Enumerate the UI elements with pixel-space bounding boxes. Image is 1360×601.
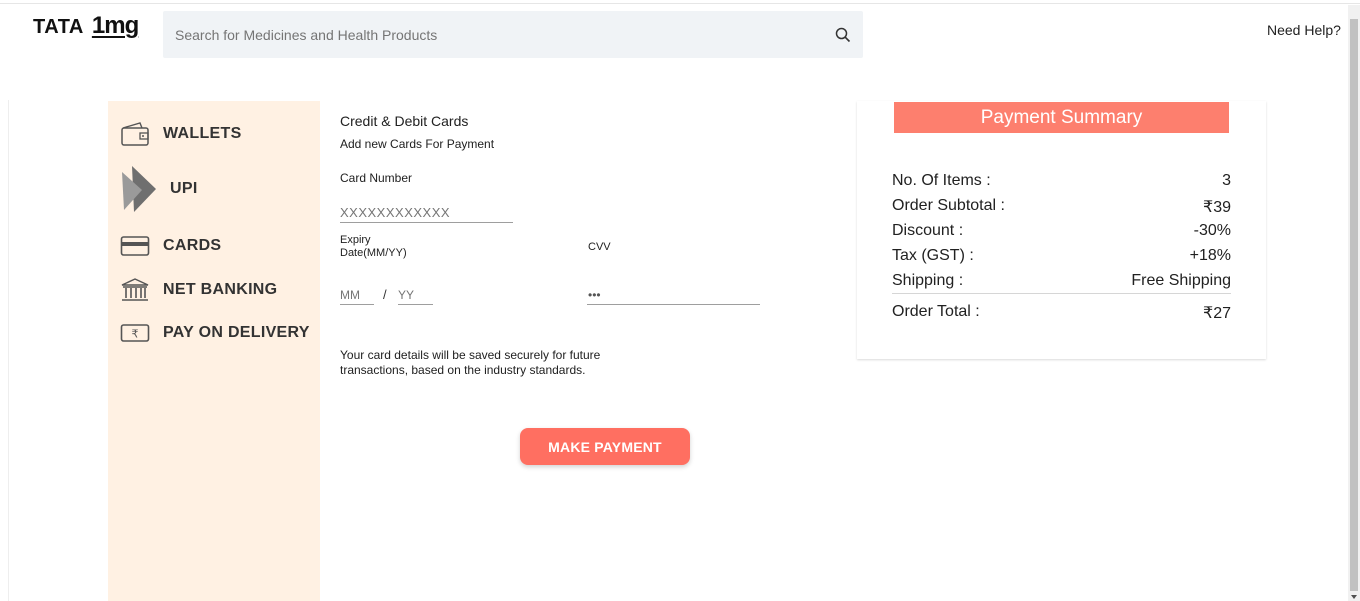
payment-methods-sidebar: WALLETS UPI CARDS NET BANKING ₹ PAY ON D… <box>108 101 320 601</box>
need-help-link[interactable]: Need Help? <box>1267 22 1341 38</box>
card-number-input[interactable] <box>340 203 513 223</box>
sidebar-item-wallets[interactable]: WALLETS <box>120 121 242 147</box>
page-scrollbar[interactable] <box>1348 5 1360 601</box>
expiry-month-input[interactable] <box>340 286 374 305</box>
left-divider <box>8 100 9 601</box>
card-icon <box>120 236 150 256</box>
upi-icon <box>122 166 156 212</box>
wallet-icon <box>121 122 149 146</box>
sidebar-item-upi[interactable]: UPI <box>120 164 198 214</box>
top-border <box>0 0 1360 4</box>
summary-row-subtotal: Order Subtotal : ₹39 <box>892 197 1231 217</box>
summary-label: Order Subtotal : <box>892 197 1005 214</box>
summary-label: Tax (GST) : <box>892 247 974 264</box>
make-payment-button[interactable]: MAKE PAYMENT <box>520 428 690 465</box>
sidebar-item-net-banking[interactable]: NET BANKING <box>120 277 277 303</box>
search-icon[interactable] <box>835 27 851 43</box>
summary-total-label: Order Total : <box>892 303 980 320</box>
scroll-down-arrow-icon[interactable] <box>1351 595 1357 599</box>
sidebar-item-label: NET BANKING <box>163 281 278 298</box>
sidebar-item-pay-on-delivery[interactable]: ₹ PAY ON DELIVERY <box>120 322 310 344</box>
summary-label: No. Of Items : <box>892 172 991 189</box>
summary-label: Discount : <box>892 222 964 239</box>
summary-row-items: No. Of Items : 3 <box>892 172 1231 190</box>
summary-value: -30% <box>1193 222 1231 239</box>
bank-icon <box>121 278 149 301</box>
summary-value: Free Shipping <box>1131 272 1231 289</box>
card-section-title: Credit & Debit Cards <box>340 113 469 129</box>
sidebar-item-label: UPI <box>170 180 198 197</box>
sidebar-item-label: WALLETS <box>163 125 242 142</box>
cvv-input[interactable] <box>587 285 760 305</box>
sidebar-item-label: PAY ON DELIVERY <box>163 324 310 341</box>
summary-row-discount: Discount : -30% <box>892 222 1231 240</box>
summary-value: +18% <box>1189 247 1231 264</box>
summary-value: ₹39 <box>1203 199 1231 216</box>
security-note: Your card details will be saved securely… <box>340 348 601 377</box>
payment-summary-title: Payment Summary <box>894 102 1229 133</box>
expiry-label: Expiry Date(MM/YY) <box>340 234 407 259</box>
search-bar <box>163 11 863 58</box>
summary-row-shipping: Shipping : Free Shipping <box>892 272 1231 290</box>
cvv-label: CVV <box>588 241 611 253</box>
card-section-subtitle: Add new Cards For Payment <box>340 137 495 151</box>
scrollbar-thumb[interactable] <box>1350 19 1358 591</box>
logo-1mg-text: 1mg <box>91 12 139 39</box>
tata-1mg-logo[interactable]: TATA 1mg <box>33 12 139 39</box>
summary-row-tax: Tax (GST) : +18% <box>892 247 1231 265</box>
expiry-separator: / <box>383 287 387 302</box>
cash-icon: ₹ <box>120 324 150 342</box>
summary-total-value: ₹27 <box>1203 305 1231 322</box>
svg-text:₹: ₹ <box>132 328 139 341</box>
summary-row-total: Order Total : ₹27 <box>892 303 1231 323</box>
summary-value: 3 <box>1222 172 1231 189</box>
sidebar-item-label: CARDS <box>163 237 222 254</box>
sidebar-item-cards[interactable]: CARDS <box>120 235 221 257</box>
expiry-year-input[interactable] <box>398 286 433 305</box>
logo-tata-text: TATA <box>33 16 84 38</box>
search-input[interactable] <box>163 11 823 58</box>
summary-label: Shipping : <box>892 272 964 289</box>
summary-divider <box>892 293 1231 294</box>
card-number-label: Card Number <box>340 171 413 185</box>
